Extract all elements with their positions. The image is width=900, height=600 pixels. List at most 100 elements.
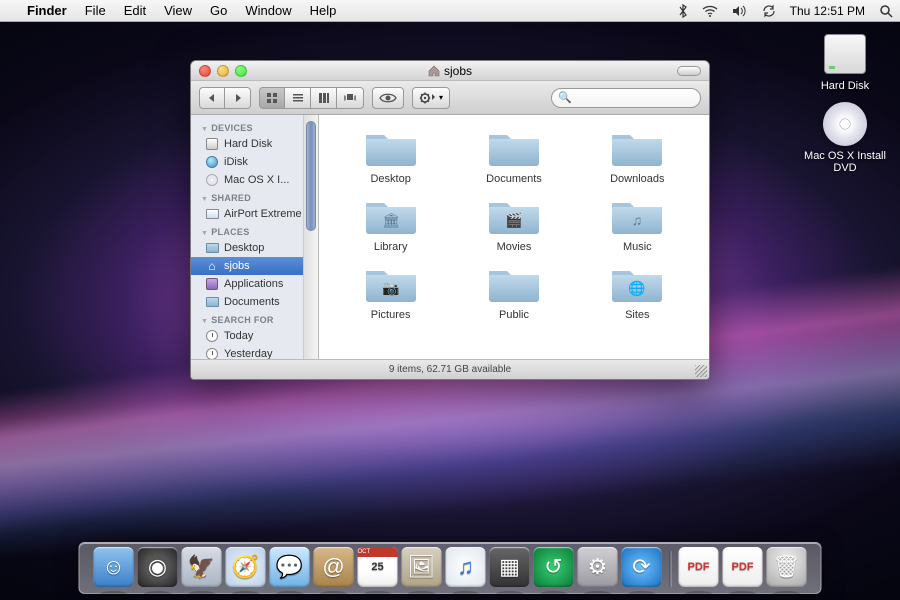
bluetooth-icon[interactable] <box>671 4 695 18</box>
search-field-container: 🔍 <box>551 88 701 108</box>
window-title: sjobs <box>444 64 472 78</box>
clock-icon <box>205 329 219 343</box>
action-button[interactable]: ▾ <box>412 87 450 109</box>
search-input[interactable] <box>576 92 694 104</box>
sidebar-section-search for[interactable]: SEARCH FOR <box>191 311 318 327</box>
dock-system-preferences[interactable]: ⚙ <box>578 547 618 587</box>
screen-icon <box>205 207 219 221</box>
dock: ☺◉🦅🧭💬@OCT25🖼♫▦↺⚙⟳PDFPDF🗑 <box>79 542 822 594</box>
folder-label: Desktop <box>370 173 410 185</box>
window-titlebar[interactable]: sjobs <box>191 61 709 81</box>
sidebar-item-desktop[interactable]: Desktop <box>191 239 318 257</box>
folder-documents[interactable]: Documents <box>454 125 573 185</box>
dock-document-pdf-1[interactable]: PDF <box>679 547 719 587</box>
wifi-icon[interactable] <box>695 5 725 17</box>
folder-pictures[interactable]: 📷Pictures <box>331 261 450 321</box>
view-column-button[interactable] <box>311 87 337 109</box>
dock-mail[interactable]: 🦅 <box>182 547 222 587</box>
desktop-icon-hard-disk[interactable]: Hard Disk <box>800 30 890 92</box>
view-coverflow-button[interactable] <box>337 87 364 109</box>
toolbar-toggle-button[interactable] <box>677 66 701 76</box>
menubar-clock[interactable]: Thu 12:51 PM <box>783 4 872 18</box>
folder-downloads[interactable]: Downloads <box>578 125 697 185</box>
dock-preview[interactable]: 🖼 <box>402 547 442 587</box>
hdd-icon <box>205 137 219 151</box>
svg-text:♫: ♫ <box>632 212 643 228</box>
folder-movies[interactable]: 🎬Movies <box>454 193 573 253</box>
dock-ichat[interactable]: 💬 <box>270 547 310 587</box>
folder-label: Movies <box>497 241 532 253</box>
sidebar-item-sjobs[interactable]: ⌂ sjobs <box>191 257 318 275</box>
folder-icon <box>205 241 219 255</box>
minimize-button[interactable] <box>217 65 229 77</box>
zoom-button[interactable] <box>235 65 247 77</box>
disc-icon <box>205 173 219 187</box>
svg-text:📷: 📷 <box>382 280 399 297</box>
view-icon-button[interactable] <box>259 87 285 109</box>
dock-dashboard[interactable]: ◉ <box>138 547 178 587</box>
sync-icon[interactable] <box>755 4 783 18</box>
desktop-icon-label: Hard Disk <box>821 80 869 92</box>
dock-ical[interactable]: OCT25 <box>358 547 398 587</box>
menubar-app[interactable]: Finder <box>18 3 76 18</box>
sidebar-section-shared[interactable]: SHARED <box>191 189 318 205</box>
dock-sync[interactable]: ⟳ <box>622 547 662 587</box>
dock-document-pdf-2[interactable]: PDF <box>723 547 763 587</box>
home-icon: ⌂ <box>205 259 219 273</box>
sidebar-item-today[interactable]: Today <box>191 327 318 345</box>
folder-icon <box>205 295 219 309</box>
sidebar-item-idisk[interactable]: iDisk <box>191 153 318 171</box>
menubar-item-window[interactable]: Window <box>236 3 300 18</box>
sidebar-item-hard-disk[interactable]: Hard Disk <box>191 135 318 153</box>
sidebar-item-applications[interactable]: Applications <box>191 275 318 293</box>
view-list-button[interactable] <box>285 87 311 109</box>
dock-finder[interactable]: ☺ <box>94 547 134 587</box>
sidebar-section-places[interactable]: PLACES <box>191 223 318 239</box>
folder-label: Downloads <box>610 173 664 185</box>
desktop-icon-mac-os-x-install-dvd[interactable]: Mac OS X Install DVD <box>800 100 890 174</box>
menubar-item-file[interactable]: File <box>76 3 115 18</box>
svg-text:🌐: 🌐 <box>629 280 646 297</box>
dock-itunes[interactable]: ♫ <box>446 547 486 587</box>
quicklook-button[interactable] <box>372 87 404 109</box>
resize-grip[interactable] <box>695 365 707 377</box>
folder-icon: 🌐 <box>609 261 665 305</box>
spotlight-icon[interactable] <box>872 4 900 18</box>
volume-icon[interactable] <box>725 5 755 17</box>
sidebar-item-airport-extreme[interactable]: AirPort Extreme <box>191 205 318 223</box>
folder-public[interactable]: Public <box>454 261 573 321</box>
menubar-item-go[interactable]: Go <box>201 3 236 18</box>
menubar: Finder FileEditViewGoWindowHelp Thu 12:5… <box>0 0 900 22</box>
sidebar-item-label: AirPort Extreme <box>224 208 302 220</box>
menubar-item-view[interactable]: View <box>155 3 201 18</box>
sidebar-scrollbar[interactable] <box>303 115 318 359</box>
folder-sites[interactable]: 🌐Sites <box>578 261 697 321</box>
back-button[interactable] <box>199 87 225 109</box>
sidebar-item-documents[interactable]: Documents <box>191 293 318 311</box>
sidebar-item-label: sjobs <box>224 260 250 272</box>
forward-button[interactable] <box>225 87 251 109</box>
nav-buttons <box>199 87 251 109</box>
globe-icon <box>205 155 219 169</box>
folder-label: Music <box>623 241 652 253</box>
folder-music[interactable]: ♫ Music <box>578 193 697 253</box>
folder-icon: 🏛 <box>363 193 419 237</box>
sidebar-scroll-thumb[interactable] <box>306 121 316 231</box>
folder-icon <box>363 125 419 169</box>
dock-address-book[interactable]: @ <box>314 547 354 587</box>
sidebar-item-label: iDisk <box>224 156 248 168</box>
sidebar-item-yesterday[interactable]: Yesterday <box>191 345 318 359</box>
sidebar-item-label: Applications <box>224 278 283 290</box>
sidebar-item-mac-os-x-i-[interactable]: Mac OS X I...⏏ <box>191 171 318 189</box>
sidebar-section-devices[interactable]: DEVICES <box>191 119 318 135</box>
folder-desktop[interactable]: Desktop <box>331 125 450 185</box>
folder-label: Library <box>374 241 408 253</box>
folder-library[interactable]: 🏛 Library <box>331 193 450 253</box>
dock-spaces[interactable]: ▦ <box>490 547 530 587</box>
dock-safari[interactable]: 🧭 <box>226 547 266 587</box>
menubar-item-help[interactable]: Help <box>301 3 346 18</box>
close-button[interactable] <box>199 65 211 77</box>
menubar-item-edit[interactable]: Edit <box>115 3 155 18</box>
dock-time-machine[interactable]: ↺ <box>534 547 574 587</box>
dock-trash[interactable]: 🗑 <box>767 547 807 587</box>
